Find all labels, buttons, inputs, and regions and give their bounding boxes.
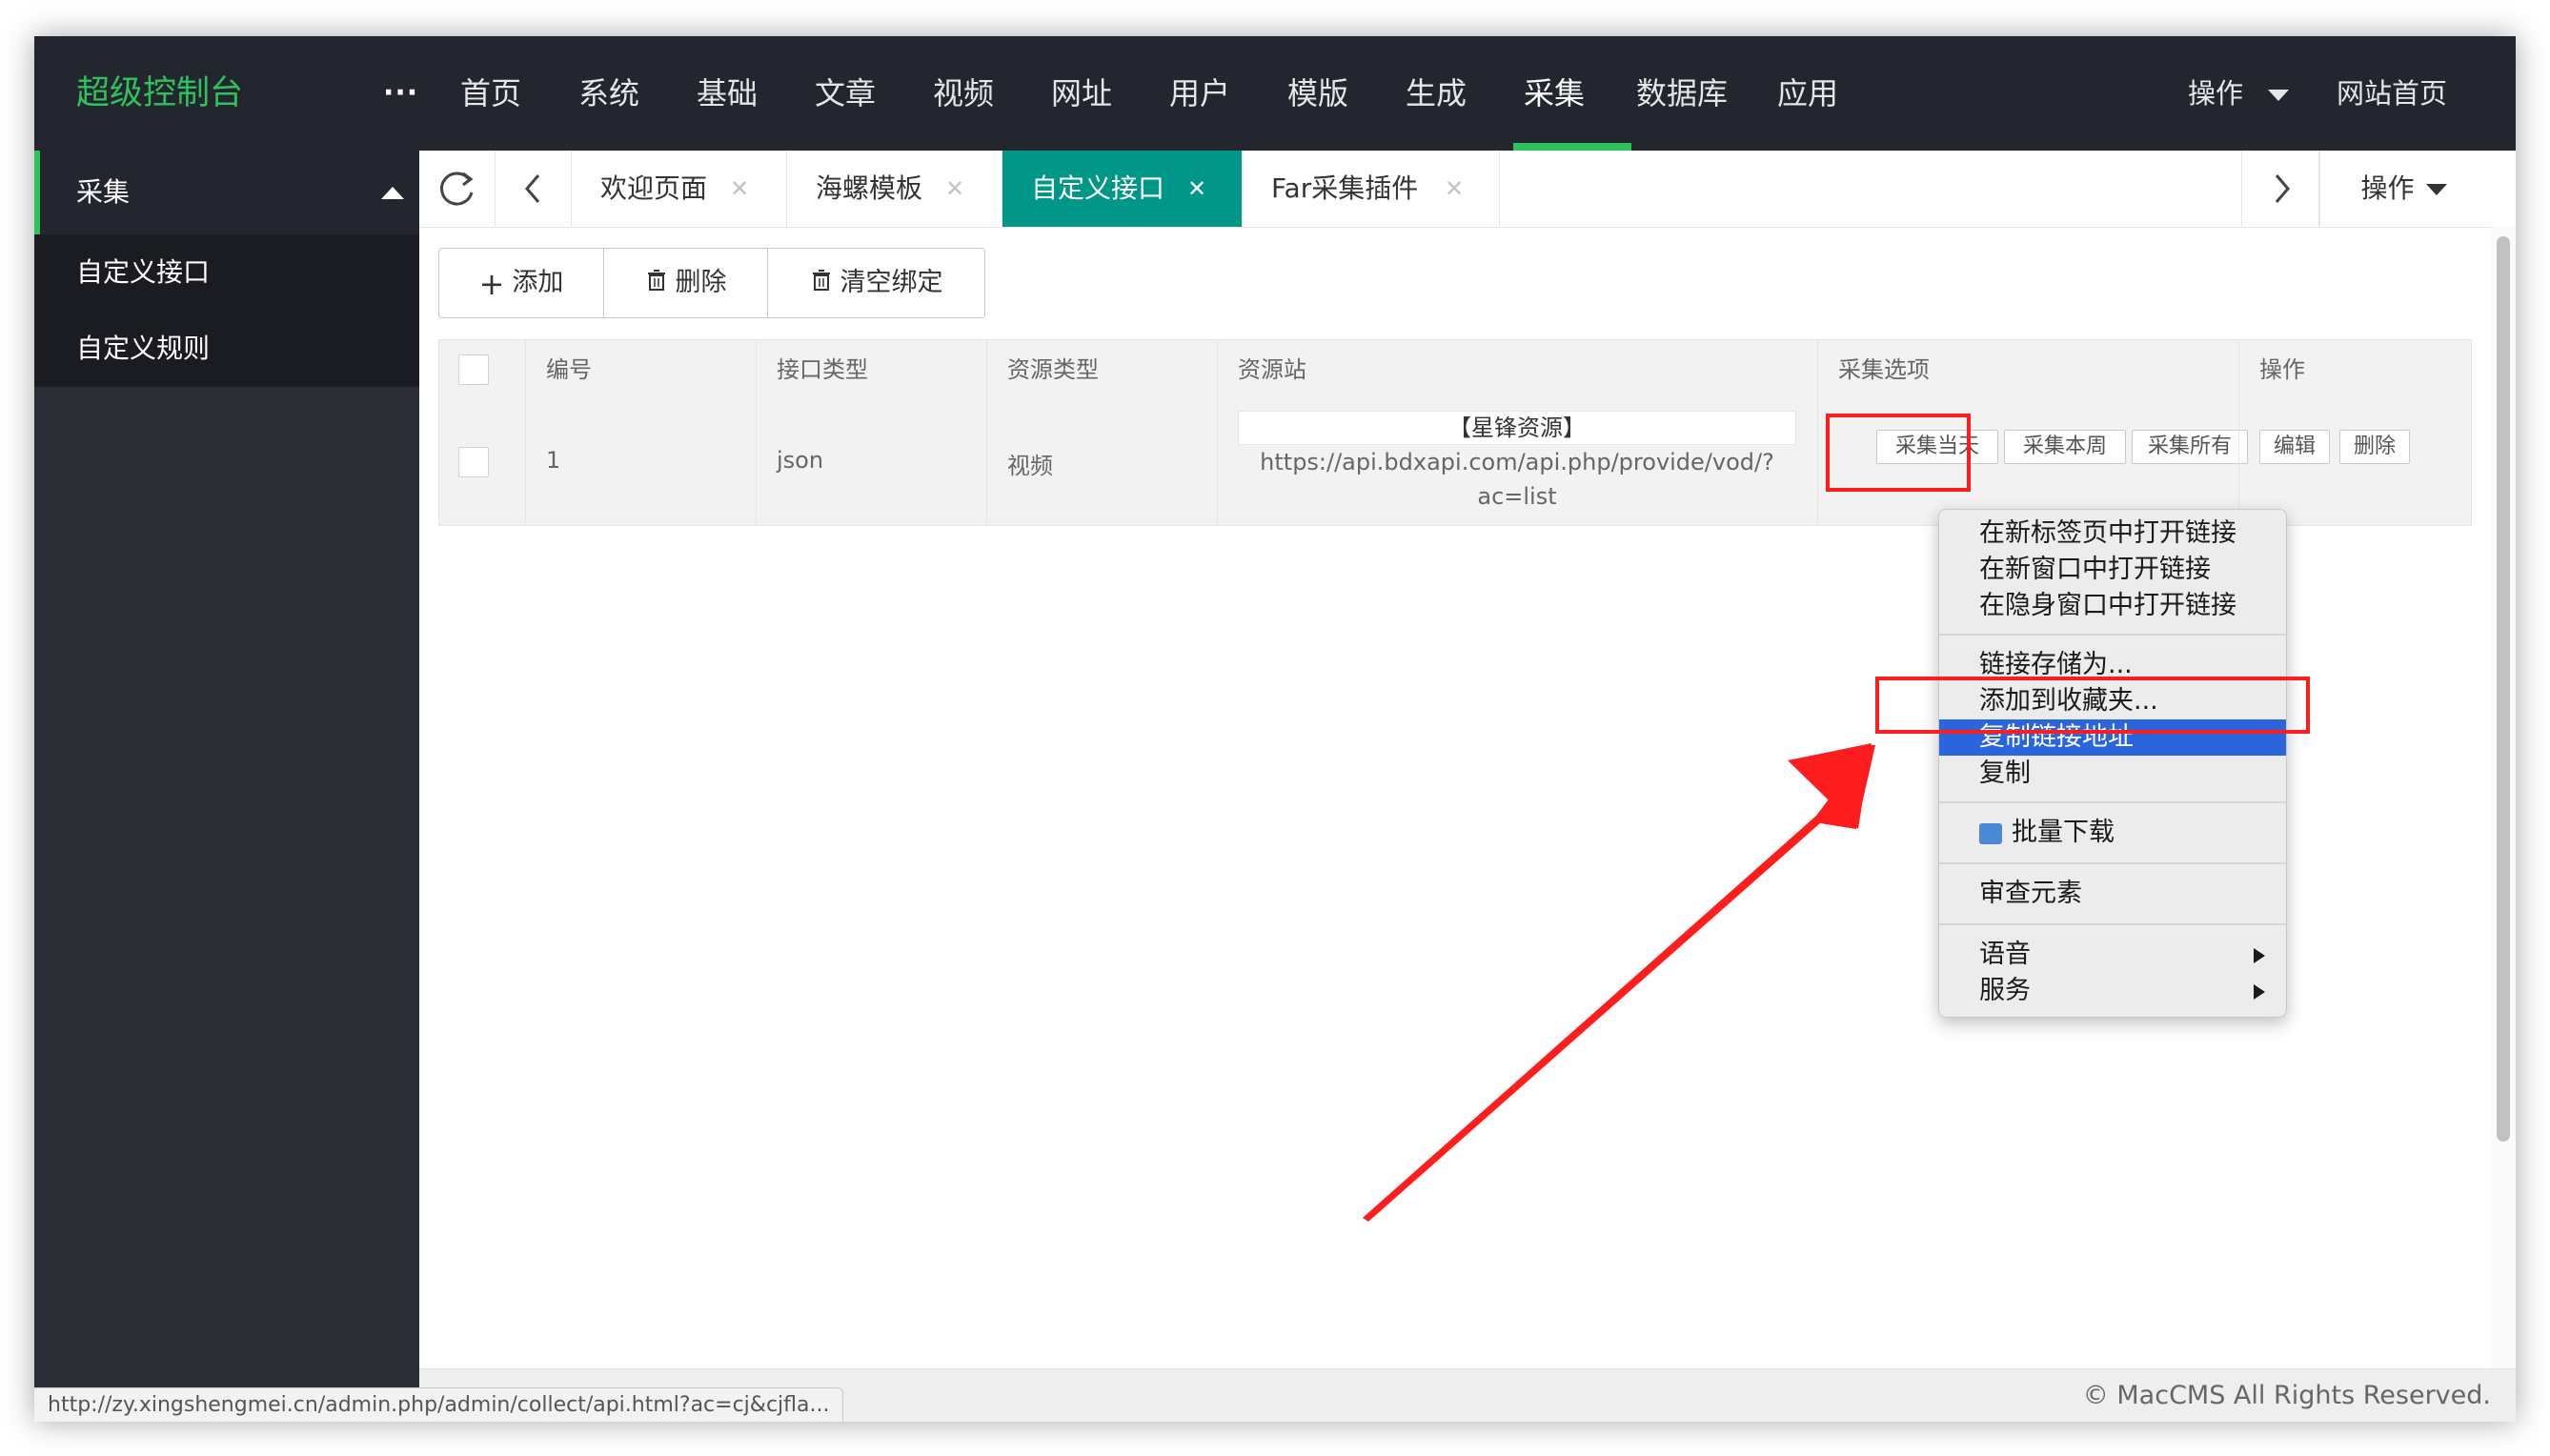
status-bar-url: http://zy.xingshengmei.cn/admin.php/admi… — [34, 1387, 844, 1422]
annotation-arrow-icon — [1363, 743, 1875, 1222]
scrollbar-thumb[interactable] — [2497, 236, 2510, 1142]
copyright-text: © MacCMS All Rights Reserved. — [2082, 1381, 2491, 1410]
browser-window: 超级控制台 ··· 首页 系统 基础 文章 视频 网址 用户 模版 生成 采集 … — [34, 36, 2516, 1422]
scrollbar[interactable] — [2491, 227, 2516, 1368]
